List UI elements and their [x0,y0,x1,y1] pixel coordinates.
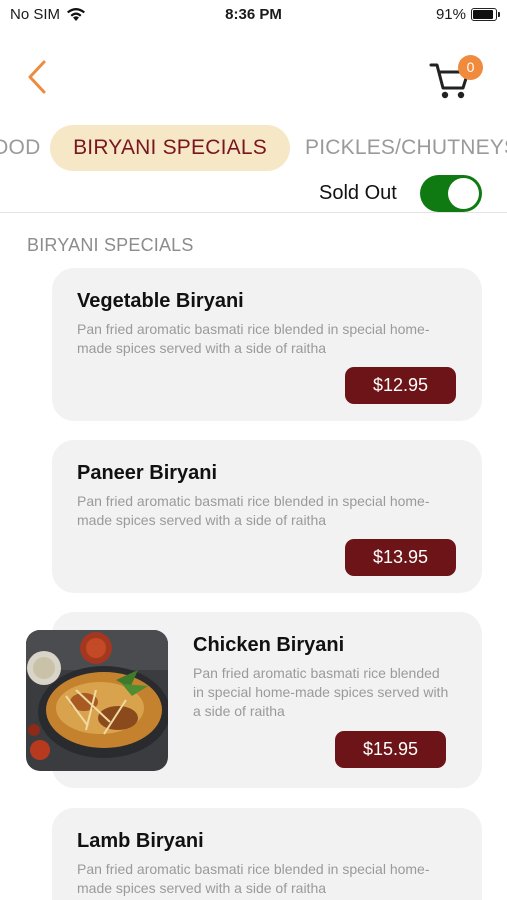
menu-item-card[interactable]: Vegetable Biryani Pan fried aromatic bas… [52,268,482,421]
tab-food[interactable]: OOD [0,125,40,171]
price-button[interactable]: $15.95 [335,731,446,768]
section-title: BIRYANI SPECIALS [27,235,194,255]
item-description: Pan fried aromatic basmati rice blended … [193,665,449,719]
item-description: Pan fried aromatic basmati rice blended … [77,861,430,896]
battery-icon [471,8,500,21]
tab-pickles-chutneys[interactable]: PICKLES/CHUTNEYS [305,125,507,171]
toggle-knob [448,178,479,209]
tab-biryani-specials[interactable]: BIRYANI SPECIALS [50,125,290,171]
menu-screen: No SIM 8:36 PM 91% 0 OOD BIRYANI SPECIAL… [0,0,507,900]
back-button[interactable] [24,58,58,96]
price-button[interactable]: $13.95 [345,539,456,576]
menu-item-card[interactable]: Lamb Biryani Pan fried aromatic basmati … [52,808,482,900]
item-name: Vegetable Biryani [77,290,244,312]
battery-percent: 91% [435,6,466,23]
divider [0,212,507,213]
chicken-biryani-image [26,630,168,771]
item-description: Pan fried aromatic basmati rice blended … [77,321,430,356]
cart-count-badge: 0 [458,55,483,80]
status-bar: No SIM 8:36 PM 91% [0,0,507,30]
item-name: Paneer Biryani [77,462,218,484]
status-time: 8:36 PM [225,6,282,23]
item-description: Pan fried aromatic basmati rice blended … [77,493,430,528]
item-name: Lamb Biryani [77,830,204,852]
item-name: Chicken Biryani [193,634,345,656]
battery-level [473,10,494,19]
menu-item-card[interactable]: Paneer Biryani Pan fried aromatic basmat… [52,440,482,593]
biryani-photo [26,630,168,771]
status-right: 91% [435,6,500,23]
sold-out-label: Sold Out [319,182,397,204]
category-tabs: OOD BIRYANI SPECIALS PICKLES/CHUTNEYS [0,125,507,171]
cart-button[interactable]: 0 [428,54,488,102]
sold-out-toggle[interactable] [420,175,482,212]
price-button[interactable]: $12.95 [345,367,456,404]
chevron-left-icon [28,60,46,94]
